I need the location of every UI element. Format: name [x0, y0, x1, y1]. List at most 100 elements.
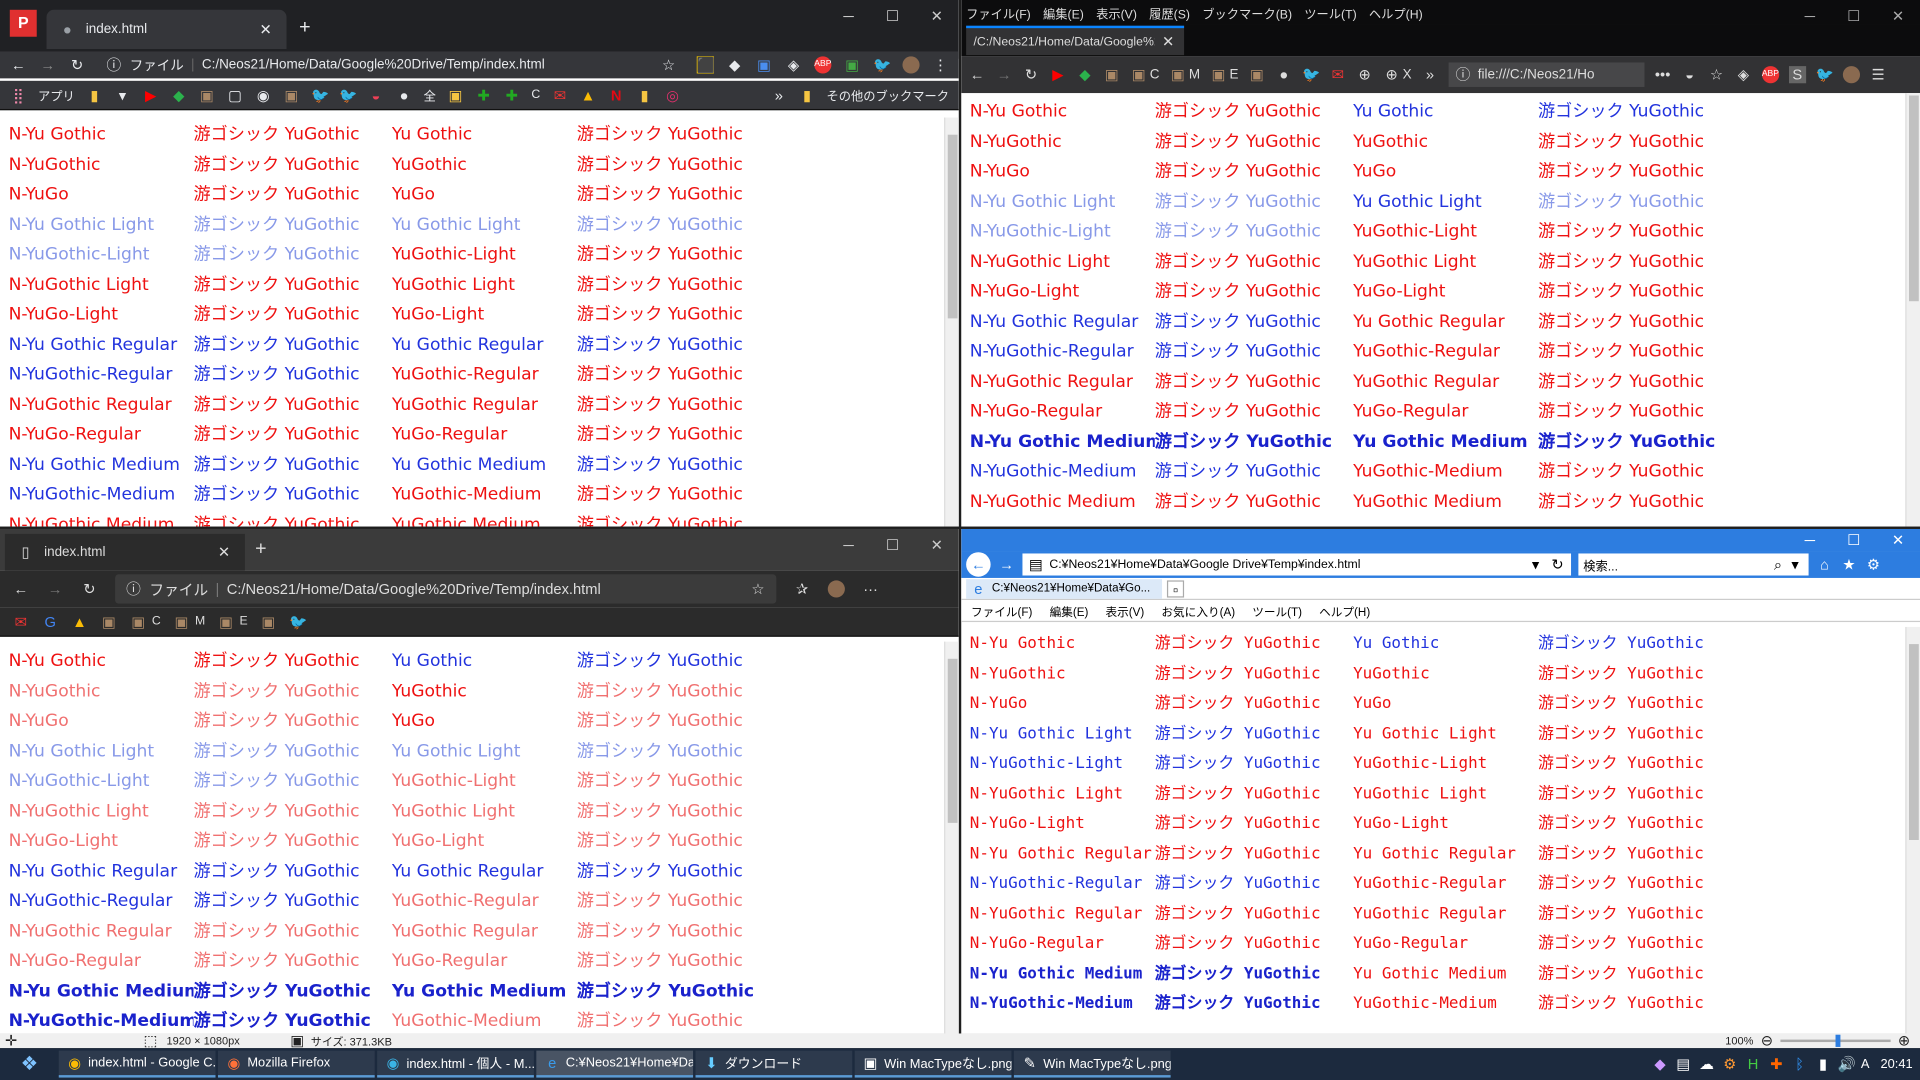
- menu-item[interactable]: 履歴(S): [1149, 3, 1190, 21]
- firefox-urlbar[interactable]: ⓘ file:///C:/Neos21/Ho: [1448, 62, 1645, 87]
- new-tab-icon[interactable]: +: [252, 539, 269, 559]
- close-icon[interactable]: ✕: [216, 544, 233, 561]
- netflix-icon[interactable]: N: [608, 86, 625, 103]
- youtube-icon[interactable]: ▶: [1049, 66, 1066, 83]
- youtube-icon[interactable]: ▶: [142, 86, 159, 103]
- other-bookmarks[interactable]: その他のブックマーク: [827, 86, 949, 104]
- bookmark-label[interactable]: C: [1150, 67, 1160, 82]
- ie-tab[interactable]: e C:¥Neos21¥Home¥Data¥Go...: [966, 578, 1163, 599]
- cat-avatar-icon[interactable]: ▣: [130, 613, 147, 630]
- extension-icon[interactable]: ▣: [844, 56, 861, 73]
- home-icon[interactable]: ⌂: [1816, 556, 1833, 573]
- star-icon[interactable]: ☆: [749, 580, 766, 597]
- zoom-slider[interactable]: [1780, 1034, 1891, 1047]
- network-icon[interactable]: ▮: [1814, 1056, 1831, 1073]
- ie-search-box[interactable]: 検索... ⌕ ▾: [1578, 553, 1809, 576]
- cat-avatar-icon[interactable]: ▣: [198, 86, 215, 103]
- feedly-icon[interactable]: ◆: [1076, 66, 1093, 83]
- menu-icon[interactable]: ⋮: [932, 56, 949, 73]
- pocket-icon[interactable]: ◒: [367, 86, 384, 103]
- instagram-icon[interactable]: ◎: [664, 86, 681, 103]
- clock[interactable]: 20:41: [1880, 1057, 1912, 1072]
- chevron-right-icon[interactable]: »: [1421, 66, 1438, 83]
- reload-icon[interactable]: ↻: [1549, 556, 1566, 573]
- ime-indicator[interactable]: A: [1861, 1057, 1870, 1072]
- extension-icon[interactable]: ◈: [785, 56, 802, 73]
- bookmark-icon[interactable]: ▢: [227, 86, 244, 103]
- taskbar-item[interactable]: ✎ Win MacTypeなし.png...: [1013, 1050, 1171, 1078]
- minimize-icon[interactable]: ─: [827, 0, 871, 32]
- chevron-down-icon[interactable]: ▾: [1527, 556, 1544, 573]
- reload-icon[interactable]: ↻: [81, 580, 98, 597]
- forward-icon[interactable]: →: [47, 580, 64, 597]
- adblock-icon[interactable]: ABP: [814, 56, 831, 74]
- close-window-icon[interactable]: ✕: [915, 529, 959, 561]
- extension-icon[interactable]: ◈: [1735, 66, 1752, 83]
- chevron-right-icon[interactable]: »: [770, 86, 787, 103]
- twitter-icon[interactable]: 🐦: [873, 56, 891, 73]
- ie-zoom[interactable]: 100%: [1725, 1035, 1753, 1047]
- cat-avatar-icon[interactable]: ▣: [1210, 66, 1227, 83]
- taskbar-item[interactable]: ⬇ ダウンロード: [695, 1050, 853, 1078]
- pocket-icon[interactable]: ◒: [1681, 66, 1698, 83]
- ie-address-bar[interactable]: ▤ C:¥Neos21¥Home¥Data¥Google Drive¥Temp¥…: [1022, 553, 1572, 576]
- drive-icon[interactable]: ▲: [71, 613, 88, 630]
- cat-avatar-icon[interactable]: ▣: [1248, 66, 1265, 83]
- more-icon[interactable]: •••: [1654, 66, 1671, 83]
- close-window-icon[interactable]: ✕: [915, 0, 959, 32]
- menu-item[interactable]: 表示(V): [1096, 3, 1137, 21]
- bookmark-icon[interactable]: ▣: [447, 86, 464, 103]
- search-icon[interactable]: ⌕: [1769, 556, 1786, 573]
- twitter-icon[interactable]: 🐦: [289, 613, 307, 630]
- cloud-icon[interactable]: ☁: [1698, 1056, 1715, 1073]
- tray-icon[interactable]: ▤: [1675, 1056, 1692, 1073]
- scrollbar[interactable]: [944, 641, 959, 1034]
- bookmark-apps-label[interactable]: アプリ: [38, 86, 75, 104]
- twitter-icon[interactable]: 🐦: [311, 86, 329, 103]
- tray-icon[interactable]: H: [1745, 1056, 1762, 1073]
- edge-urlbar[interactable]: ⓘ ファイル | C:/Neos21/Home/Data/Google%20Dr…: [115, 574, 777, 604]
- favorites-icon[interactable]: ✰: [793, 580, 810, 597]
- menu-item[interactable]: ヘルプ(H): [1369, 3, 1423, 21]
- maximize-icon[interactable]: ☐: [871, 529, 915, 561]
- close-icon[interactable]: ✕: [1160, 33, 1177, 50]
- avatar[interactable]: [902, 56, 920, 74]
- extension-icon[interactable]: ⬛: [696, 56, 715, 74]
- scrollbar[interactable]: [1905, 93, 1920, 527]
- menu-item[interactable]: ブックマーク(B): [1202, 3, 1292, 21]
- scroll-thumb[interactable]: [947, 658, 958, 823]
- menu-item[interactable]: お気に入り(A): [1161, 602, 1235, 619]
- gmail-icon[interactable]: ✉: [1329, 66, 1346, 83]
- taskbar-item[interactable]: ◉ index.html - 個人 - M...: [377, 1050, 534, 1078]
- plus-icon[interactable]: ✚: [475, 86, 492, 103]
- google-icon[interactable]: G: [42, 613, 59, 630]
- menu-item[interactable]: ファイル(F): [971, 602, 1032, 619]
- close-icon[interactable]: ✕: [257, 21, 274, 38]
- twitter-icon[interactable]: 🐦: [339, 86, 357, 103]
- minimize-icon[interactable]: ─: [827, 529, 871, 561]
- tray-icon[interactable]: ⚙: [1721, 1056, 1738, 1073]
- github-icon[interactable]: ●: [1275, 66, 1292, 83]
- cat-avatar-icon[interactable]: ▣: [173, 613, 190, 630]
- scrollbar[interactable]: [944, 117, 959, 527]
- zoom-out-icon[interactable]: ⊖: [1758, 1032, 1775, 1049]
- bookmark-c-label[interactable]: C: [531, 88, 540, 101]
- menu-item[interactable]: 編集(E): [1050, 602, 1089, 619]
- scroll-thumb[interactable]: [1908, 644, 1919, 841]
- new-tab-icon[interactable]: ▫: [1166, 579, 1185, 598]
- maximize-icon[interactable]: ☐: [871, 0, 915, 32]
- reload-icon[interactable]: ↻: [1022, 66, 1039, 83]
- forward-icon[interactable]: →: [998, 556, 1015, 573]
- reload-icon[interactable]: ↻: [69, 56, 86, 73]
- taskbar-item[interactable]: ◉ index.html - Google C...: [58, 1050, 216, 1078]
- tray-icon[interactable]: ✚: [1768, 1056, 1785, 1073]
- cat-avatar-icon[interactable]: ▣: [100, 613, 117, 630]
- chevron-down-icon[interactable]: ▾: [1787, 556, 1804, 573]
- forward-icon[interactable]: →: [996, 66, 1013, 83]
- menu-icon[interactable]: ☰: [1870, 66, 1887, 83]
- cat-avatar-icon[interactable]: ▣: [1130, 66, 1147, 83]
- globe-icon[interactable]: ⊕: [1356, 66, 1373, 83]
- pdf-app-icon[interactable]: P: [9, 9, 37, 37]
- gmail-icon[interactable]: ✉: [551, 86, 568, 103]
- scrollbar[interactable]: [1905, 626, 1920, 1034]
